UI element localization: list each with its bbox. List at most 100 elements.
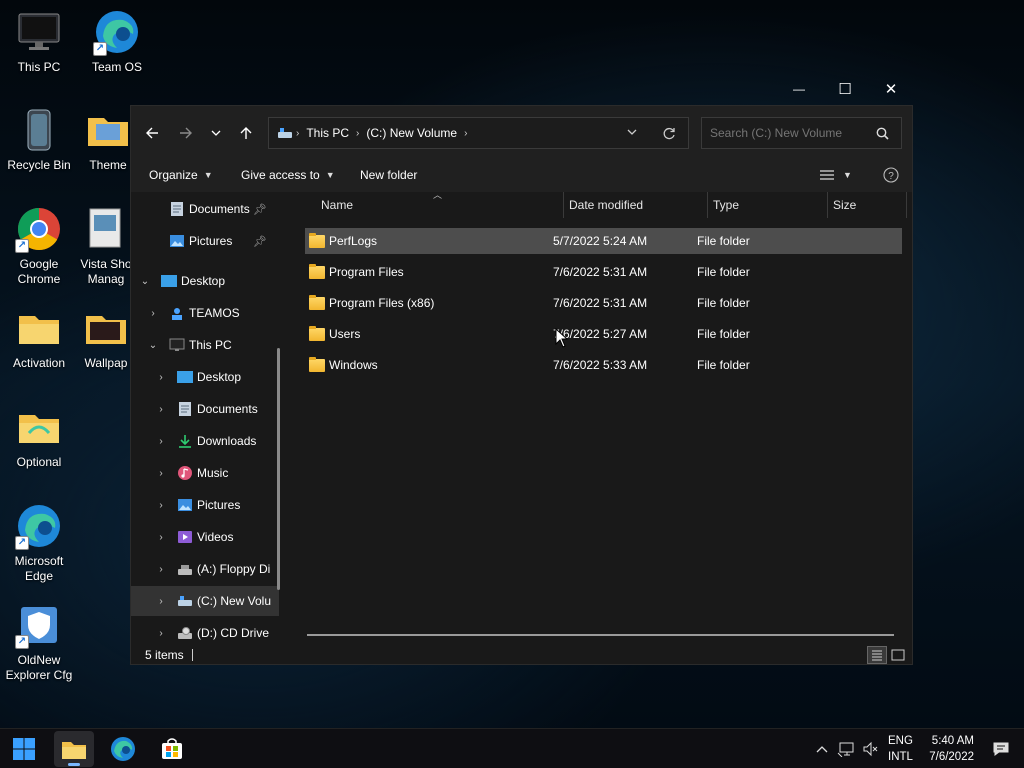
desktop-icon-optional[interactable]: Optional (0, 403, 78, 470)
desktop-icon-oldnew-explorer[interactable]: ↗ OldNew Explorer Cfg (0, 601, 78, 683)
search-box[interactable] (701, 117, 902, 149)
recent-locations-button[interactable] (203, 120, 229, 146)
details-view-icon (820, 170, 834, 180)
window-titlebar[interactable]: — ☐ ✕ (130, 72, 913, 105)
nav-item-quick-documents[interactable]: Documents 📌︎ (131, 194, 279, 224)
pin-icon: 📌︎ (253, 235, 267, 248)
folder-icon (309, 356, 325, 372)
new-folder-button[interactable]: New folder (360, 168, 417, 182)
nav-item-teamos[interactable]: › TEAMOS (131, 298, 279, 328)
view-options-button[interactable]: ▼ (819, 169, 852, 181)
nav-item-downloads[interactable]: › Downloads (131, 426, 279, 456)
column-header-date[interactable]: Date modified (569, 192, 643, 218)
nav-pane-scrollbar[interactable] (277, 348, 280, 590)
new-folder-label: New folder (360, 168, 418, 182)
vista-shortcut-icon (82, 205, 130, 253)
nav-item-d-drive[interactable]: › (D:) CD Drive (131, 618, 279, 644)
chevron-right-icon: › (159, 467, 163, 479)
nav-item-floppy[interactable]: › (A:) Floppy Di (131, 554, 279, 584)
column-header-type[interactable]: Type (713, 192, 739, 218)
volume-button[interactable] (862, 729, 878, 768)
search-input[interactable] (710, 126, 870, 140)
breadcrumb-this-pc[interactable]: This PC (306, 126, 349, 140)
column-divider[interactable] (707, 192, 708, 218)
file-row[interactable]: Program Files (x86) 7/6/2022 5:31 AM Fil… (305, 290, 902, 316)
file-row[interactable]: Program Files 7/6/2022 5:31 AM File fold… (305, 259, 902, 285)
column-divider[interactable] (563, 192, 564, 218)
svg-text:?: ? (888, 171, 894, 182)
chevron-right-icon: › (159, 403, 163, 415)
details-view-button[interactable] (867, 646, 887, 664)
nav-item-pc-pictures[interactable]: › Pictures (131, 490, 279, 520)
nav-item-label: Documents (197, 402, 258, 416)
desktop-icon-this-pc[interactable]: This PC (0, 8, 78, 75)
desktop-icon-label: Wallpap (84, 356, 128, 370)
desktop-icon-activation[interactable]: Activation (0, 304, 78, 371)
desktop-icon-label: Google Chrome (17, 257, 61, 286)
chevron-right-icon: › (159, 627, 163, 639)
organize-menu[interactable]: Organize ▼ (149, 168, 213, 182)
clock[interactable]: 5:40 AM 7/6/2022 (926, 729, 974, 768)
taskbar-edge[interactable] (103, 731, 143, 767)
give-access-menu[interactable]: Give access to ▼ (241, 168, 335, 182)
desktop-icon-label: Theme (89, 158, 127, 172)
file-type: File folder (697, 234, 750, 248)
maximize-button[interactable]: ☐ (822, 72, 868, 105)
help-button[interactable]: ? (883, 167, 899, 183)
desktop-icon-microsoft-edge[interactable]: ↗ Microsoft Edge (0, 502, 78, 584)
desktop-icon-themes[interactable]: Theme (78, 106, 138, 173)
volume-muted-icon (863, 741, 878, 757)
refresh-button[interactable] (662, 127, 676, 144)
column-header-name[interactable]: Name (321, 192, 353, 218)
column-divider[interactable] (827, 192, 828, 218)
nav-item-this-pc[interactable]: ⌄ This PC (131, 330, 279, 360)
notifications-button[interactable] (993, 729, 1009, 768)
user-icon (172, 308, 182, 320)
forward-button[interactable] (173, 120, 199, 146)
breadcrumb-new-volume[interactable]: (C:) New Volume (366, 126, 457, 140)
folder-icon (82, 304, 130, 352)
nav-item-label: Music (197, 466, 229, 480)
horizontal-scrollbar[interactable] (307, 634, 894, 636)
input-language-button[interactable]: ENG INTL (888, 729, 913, 768)
desktop-icon-label: Microsoft Edge (14, 554, 64, 583)
desktop-icon-wallpapers[interactable]: Wallpap (78, 304, 134, 371)
nav-item-videos[interactable]: › Videos (131, 522, 279, 552)
back-button[interactable] (139, 120, 165, 146)
start-button[interactable] (4, 731, 44, 767)
taskbar-store[interactable] (152, 731, 192, 767)
videos-icon (178, 531, 192, 543)
chrome-icon: ↗ (15, 205, 63, 253)
search-icon[interactable] (876, 127, 889, 143)
column-header-size[interactable]: Size (833, 192, 856, 218)
chevron-right-icon: › (159, 563, 163, 575)
desktop-icon-google-chrome[interactable]: ↗ Google Chrome (0, 205, 78, 287)
nav-item-c-drive[interactable]: › (C:) New Volu (131, 586, 279, 616)
minimize-button[interactable]: — (776, 72, 822, 105)
address-bar[interactable]: › This PC › (C:) New Volume › (268, 117, 689, 149)
nav-item-pc-documents[interactable]: › Documents (131, 394, 279, 424)
file-row[interactable]: PerfLogs 5/7/2022 5:24 AM File folder (305, 228, 902, 254)
desktop-icon-label: Optional (16, 455, 62, 469)
up-button[interactable] (233, 120, 259, 146)
network-button[interactable] (837, 729, 855, 768)
file-explorer-icon (62, 742, 86, 759)
large-icons-view-button[interactable] (891, 648, 905, 665)
show-hidden-icons-button[interactable] (816, 729, 828, 768)
nav-item-desktop-root[interactable]: ⌄ Desktop (131, 266, 279, 296)
music-icon (178, 466, 192, 480)
refresh-icon (663, 127, 675, 140)
desktop-icon-team-os[interactable]: ↗ Team OS (78, 8, 156, 75)
taskbar-file-explorer[interactable] (54, 731, 94, 767)
chevron-down-icon (211, 130, 221, 136)
desktop-icon-vista-shortcut[interactable]: Vista Sho Manag (78, 205, 134, 287)
nav-item-music[interactable]: › Music (131, 458, 279, 488)
address-history-dropdown[interactable] (626, 126, 638, 141)
file-row[interactable]: Users 7/6/2022 5:27 AM File folder (305, 321, 902, 347)
file-row[interactable]: Windows 7/6/2022 5:33 AM File folder (305, 352, 902, 378)
desktop-icon-recycle-bin[interactable]: Recycle Bin (0, 106, 78, 173)
column-divider[interactable] (906, 192, 907, 218)
nav-item-pc-desktop[interactable]: › Desktop (131, 362, 279, 392)
close-button[interactable]: ✕ (868, 72, 914, 105)
nav-item-quick-pictures[interactable]: Pictures 📌︎ (131, 226, 279, 256)
